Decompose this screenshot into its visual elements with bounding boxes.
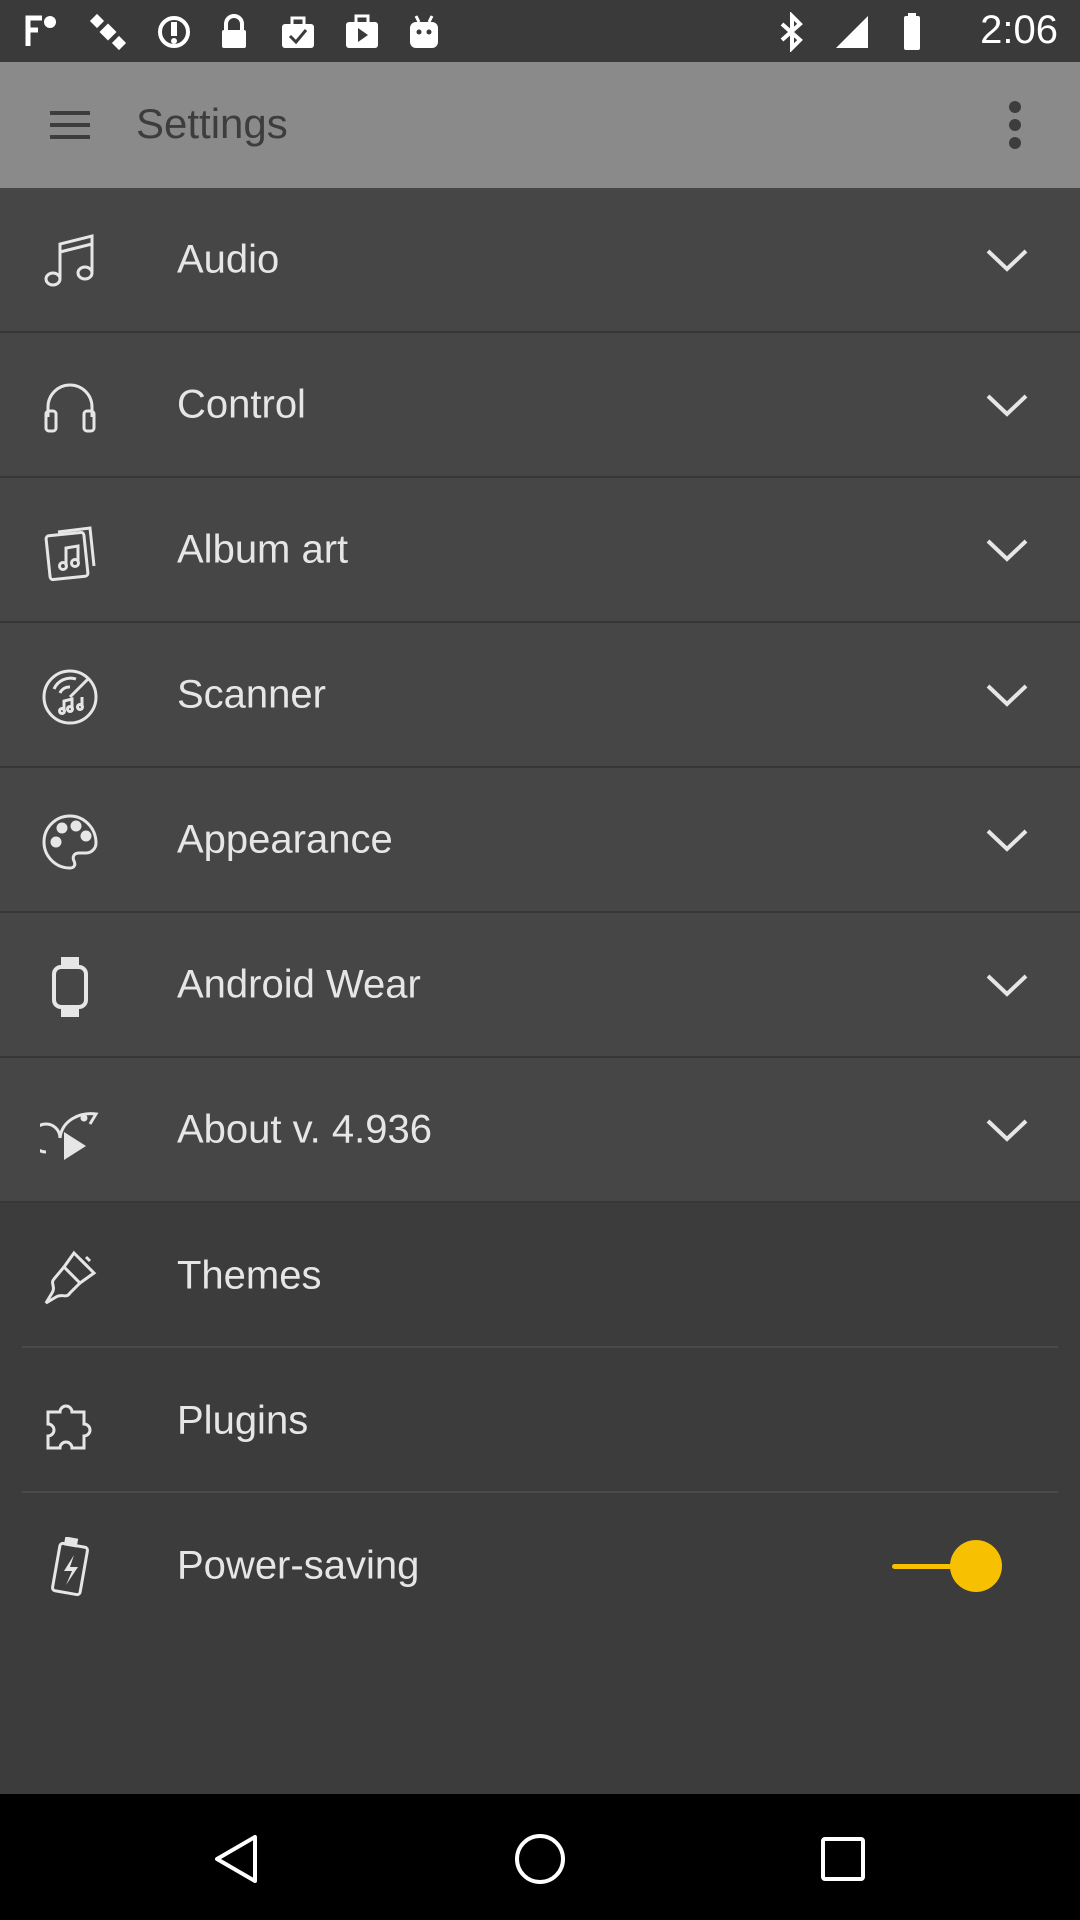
brush-icon bbox=[38, 1245, 102, 1309]
settings-item-about[interactable]: About v. 4.936 bbox=[0, 1058, 1080, 1203]
settings-item-label: Appearance bbox=[177, 817, 393, 861]
sync-icon bbox=[154, 12, 194, 52]
recents-icon[interactable] bbox=[808, 1824, 878, 1894]
chevron-down-icon bbox=[986, 394, 1028, 417]
settings-item-label: Android Wear bbox=[177, 962, 421, 1006]
chevron-down-icon bbox=[986, 829, 1028, 852]
settings-item-control[interactable]: Control bbox=[0, 333, 1080, 478]
signal-icon bbox=[832, 12, 872, 52]
lock-icon bbox=[214, 12, 254, 52]
chevron-down-icon bbox=[986, 974, 1028, 997]
back-icon[interactable] bbox=[202, 1824, 272, 1894]
settings-item-power-saving[interactable]: Power-saving bbox=[0, 1493, 1080, 1638]
home-icon[interactable] bbox=[505, 1824, 575, 1894]
watch-icon bbox=[38, 955, 102, 1019]
page-title: Settings bbox=[136, 100, 288, 147]
palette-icon bbox=[38, 810, 102, 874]
scanner-icon bbox=[38, 665, 102, 729]
music-note-icon bbox=[38, 230, 102, 294]
play-store-icon bbox=[342, 12, 382, 52]
settings-item-label: Plugins bbox=[177, 1398, 309, 1442]
navigation-bar bbox=[0, 1794, 1080, 1920]
fake-gps-icon bbox=[22, 12, 62, 52]
android-icon bbox=[404, 12, 444, 52]
chevron-down-icon bbox=[986, 684, 1028, 707]
settings-item-album-art[interactable]: Album art bbox=[0, 478, 1080, 623]
chevron-down-icon bbox=[986, 249, 1028, 272]
settings-item-appearance[interactable]: Appearance bbox=[0, 768, 1080, 913]
settings-item-scanner[interactable]: Scanner bbox=[0, 623, 1080, 768]
settings-item-audio[interactable]: Audio bbox=[0, 188, 1080, 333]
settings-item-themes[interactable]: Themes bbox=[0, 1203, 1080, 1348]
toggle-thumb bbox=[950, 1539, 1002, 1592]
settings-item-android-wear[interactable]: Android Wear bbox=[0, 913, 1080, 1058]
satellite-icon bbox=[88, 12, 128, 52]
settings-list: Audio Control Album art Scanner Appearan… bbox=[0, 188, 1080, 1638]
settings-item-label: Scanner bbox=[177, 672, 326, 716]
app-bar: Settings bbox=[0, 62, 1080, 188]
status-time: 2:06 bbox=[980, 8, 1058, 52]
album-art-icon bbox=[38, 520, 102, 584]
chameleon-play-icon bbox=[38, 1100, 102, 1164]
puzzle-icon bbox=[38, 1390, 102, 1454]
settings-item-label: Control bbox=[177, 382, 306, 426]
settings-item-label: About v. 4.936 bbox=[177, 1107, 432, 1151]
headphones-icon bbox=[38, 375, 102, 439]
briefcase-check-icon bbox=[278, 12, 318, 52]
hamburger-menu-icon[interactable] bbox=[30, 90, 110, 160]
settings-item-label: Power-saving bbox=[177, 1543, 420, 1587]
battery-icon bbox=[892, 12, 932, 52]
battery-bolt-icon bbox=[38, 1535, 102, 1599]
status-bar: 2:06 bbox=[0, 0, 1080, 62]
bluetooth-icon bbox=[772, 12, 812, 52]
chevron-down-icon bbox=[986, 1119, 1028, 1142]
settings-item-label: Audio bbox=[177, 237, 280, 281]
more-vert-icon[interactable] bbox=[980, 90, 1050, 160]
settings-item-label: Album art bbox=[177, 527, 349, 571]
settings-item-label: Themes bbox=[177, 1253, 322, 1297]
settings-item-plugins[interactable]: Plugins bbox=[0, 1348, 1080, 1493]
power-saving-toggle[interactable] bbox=[892, 1539, 1002, 1592]
chevron-down-icon bbox=[986, 539, 1028, 562]
